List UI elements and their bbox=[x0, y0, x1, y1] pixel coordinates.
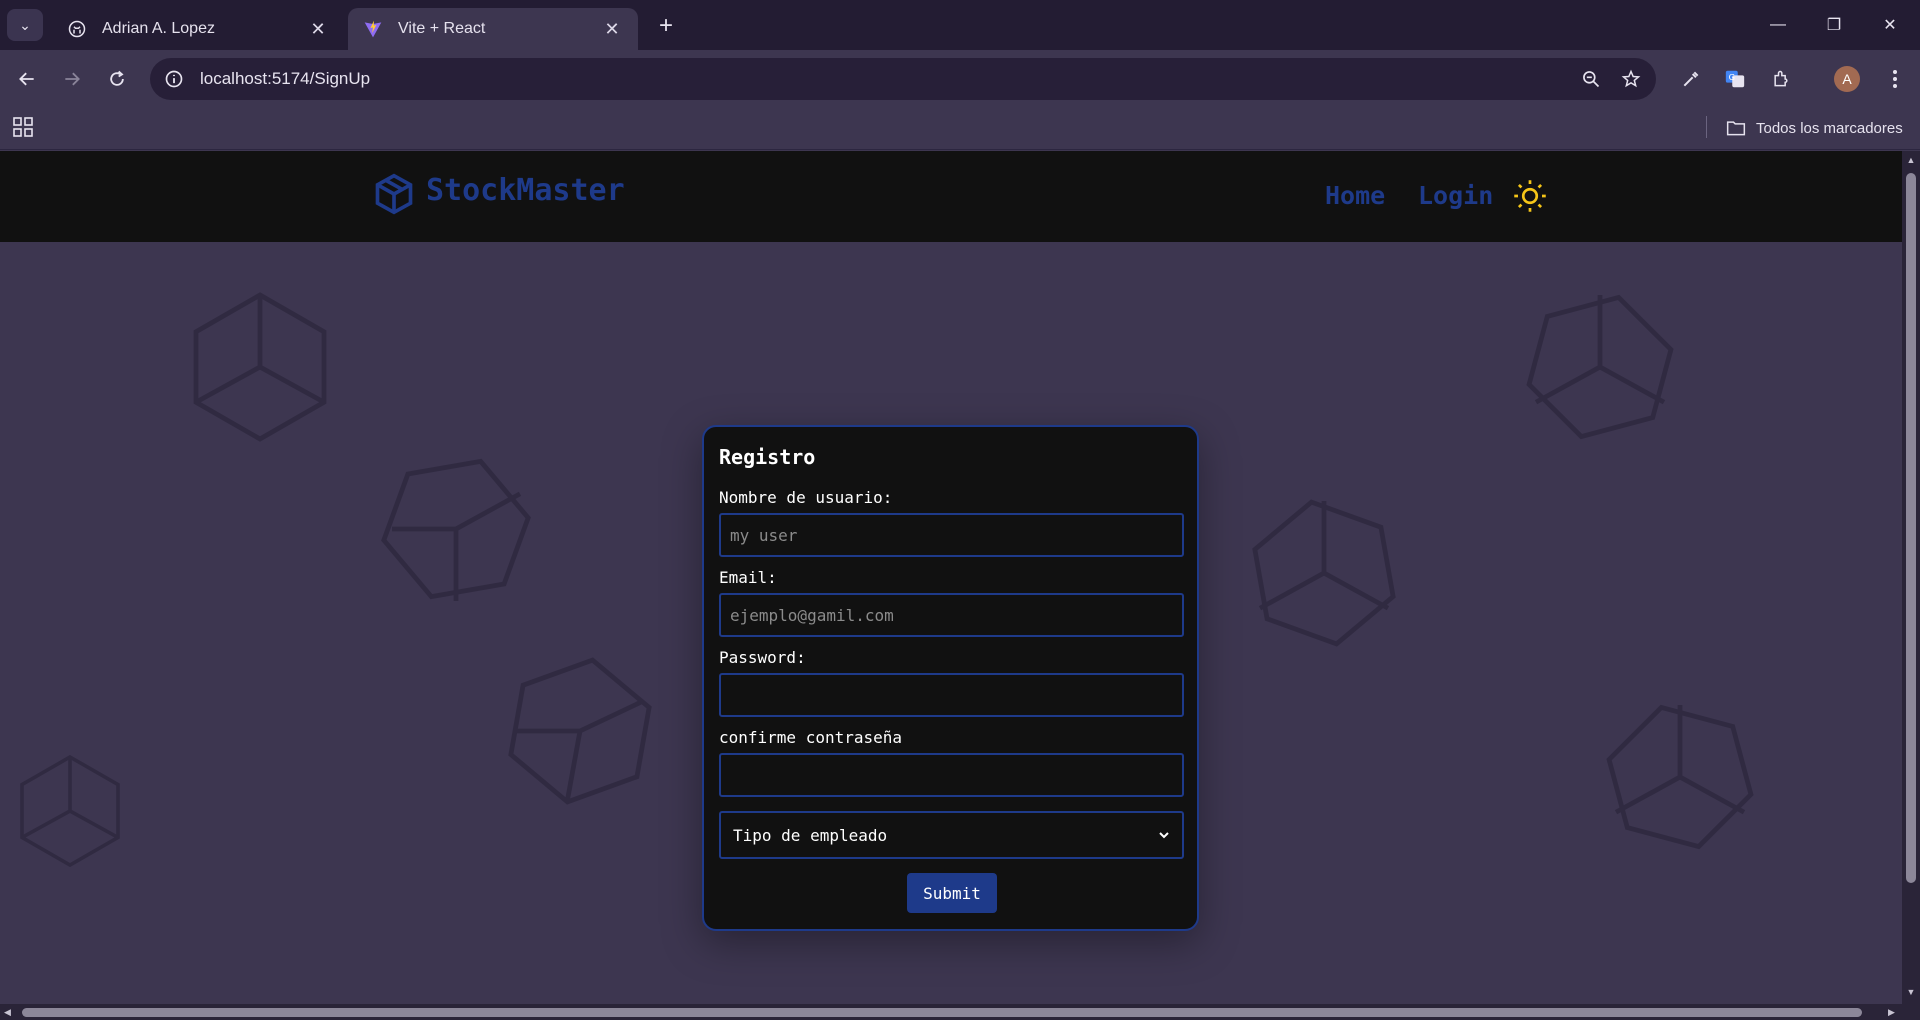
tab-vite-react[interactable]: Vite + React ✕ bbox=[348, 8, 638, 50]
submit-button[interactable]: Submit bbox=[907, 873, 997, 913]
bookmark-star-icon[interactable] bbox=[1616, 64, 1646, 94]
forward-icon[interactable] bbox=[57, 64, 87, 94]
brand-logo[interactable]: StockMaster bbox=[372, 171, 625, 217]
background-cube-icon bbox=[20, 754, 120, 868]
scroll-down-icon[interactable]: ▼ bbox=[1906, 987, 1916, 997]
confirm-password-label: confirme contraseña bbox=[719, 728, 903, 747]
scrollbar-corner bbox=[1902, 1004, 1920, 1020]
svg-text:G: G bbox=[1729, 72, 1735, 82]
brand-name: StockMaster bbox=[426, 172, 625, 208]
tab-title: Vite + React bbox=[398, 20, 486, 37]
background-cube-icon bbox=[1606, 704, 1754, 850]
vertical-scrollbar[interactable]: ▲ ▼ bbox=[1902, 151, 1920, 1004]
url-text[interactable]: localhost:5174/SignUp bbox=[200, 69, 1576, 89]
address-bar[interactable]: localhost:5174/SignUp bbox=[150, 58, 1656, 100]
minimize-icon[interactable]: — bbox=[1750, 0, 1806, 50]
browser-toolbar: localhost:5174/SignUp G bbox=[0, 50, 1920, 108]
chevron-down-icon bbox=[1159, 832, 1169, 839]
horizontal-scroll-thumb[interactable] bbox=[22, 1008, 1862, 1017]
eyedropper-extension-icon[interactable] bbox=[1676, 64, 1706, 94]
site-info-icon[interactable] bbox=[162, 67, 186, 91]
tab-title: Adrian A. Lopez bbox=[102, 20, 215, 37]
background-cube-icon bbox=[1526, 294, 1674, 440]
browser-menu-icon[interactable] bbox=[1880, 64, 1910, 94]
chevron-down-icon: ⌄ bbox=[19, 16, 31, 33]
password-input[interactable] bbox=[719, 673, 1184, 717]
bookmarks-separator bbox=[1706, 116, 1707, 138]
tab-search-button[interactable]: ⌄ bbox=[7, 9, 43, 41]
folder-icon bbox=[1726, 121, 1746, 136]
translate-extension-icon[interactable]: G bbox=[1720, 64, 1750, 94]
close-tab-icon[interactable]: ✕ bbox=[600, 17, 624, 41]
tab-adrian[interactable]: Adrian A. Lopez ✕ bbox=[52, 8, 344, 50]
bookmarks-bar: Todos los marcadores bbox=[0, 108, 1920, 150]
page-viewport: StockMaster Home Login Registro Nombre d… bbox=[0, 151, 1902, 1004]
signup-form-card: Registro Nombre de usuario: Email: Passw… bbox=[702, 425, 1199, 931]
password-label: Password: bbox=[719, 648, 806, 667]
email-label: Email: bbox=[719, 568, 777, 587]
confirm-password-input[interactable] bbox=[719, 753, 1184, 797]
employee-type-value: Tipo de empleado bbox=[733, 825, 888, 845]
scroll-right-icon[interactable]: ▶ bbox=[1888, 1007, 1898, 1018]
extensions-puzzle-icon[interactable] bbox=[1766, 64, 1796, 94]
background-cube-icon bbox=[381, 458, 531, 601]
email-input[interactable] bbox=[719, 593, 1184, 637]
close-window-icon[interactable]: ✕ bbox=[1862, 0, 1918, 50]
theme-toggle-sun-icon[interactable] bbox=[1512, 178, 1548, 214]
background-cube-icon bbox=[193, 292, 327, 442]
zoom-out-icon[interactable] bbox=[1576, 64, 1606, 94]
vite-logo-icon bbox=[362, 18, 384, 40]
close-tab-icon[interactable]: ✕ bbox=[306, 17, 330, 41]
all-bookmarks-button[interactable]: Todos los marcadores bbox=[1726, 114, 1903, 142]
username-label: Nombre de usuario: bbox=[719, 488, 893, 507]
scroll-left-icon[interactable]: ◀ bbox=[4, 1007, 14, 1018]
profile-avatar[interactable]: A bbox=[1834, 66, 1860, 92]
username-input[interactable] bbox=[719, 513, 1184, 557]
site-navbar: StockMaster Home Login bbox=[0, 151, 1902, 242]
employee-type-select[interactable]: Tipo de empleado bbox=[719, 811, 1184, 859]
back-icon[interactable] bbox=[12, 64, 42, 94]
box-logo-icon bbox=[375, 173, 413, 215]
apps-grid-icon[interactable] bbox=[12, 116, 36, 140]
new-tab-button[interactable]: + bbox=[652, 12, 680, 40]
tab-strip: ⌄ Adrian A. Lopez ✕ Vite + React ✕ + — ❐… bbox=[0, 0, 1920, 50]
background-cube-icon bbox=[508, 657, 652, 805]
vertical-scroll-thumb[interactable] bbox=[1906, 173, 1916, 883]
background-cube-icon bbox=[1252, 499, 1396, 647]
reload-icon[interactable] bbox=[102, 64, 132, 94]
github-icon bbox=[66, 18, 88, 40]
scroll-up-icon[interactable]: ▲ bbox=[1906, 155, 1916, 165]
all-bookmarks-label: Todos los marcadores bbox=[1756, 119, 1903, 137]
nav-link-login[interactable]: Login bbox=[1418, 181, 1493, 210]
horizontal-scrollbar[interactable]: ◀ ▶ bbox=[0, 1004, 1902, 1020]
form-title: Registro bbox=[719, 445, 816, 469]
nav-link-home[interactable]: Home bbox=[1325, 181, 1385, 210]
restore-icon[interactable]: ❐ bbox=[1806, 0, 1862, 50]
